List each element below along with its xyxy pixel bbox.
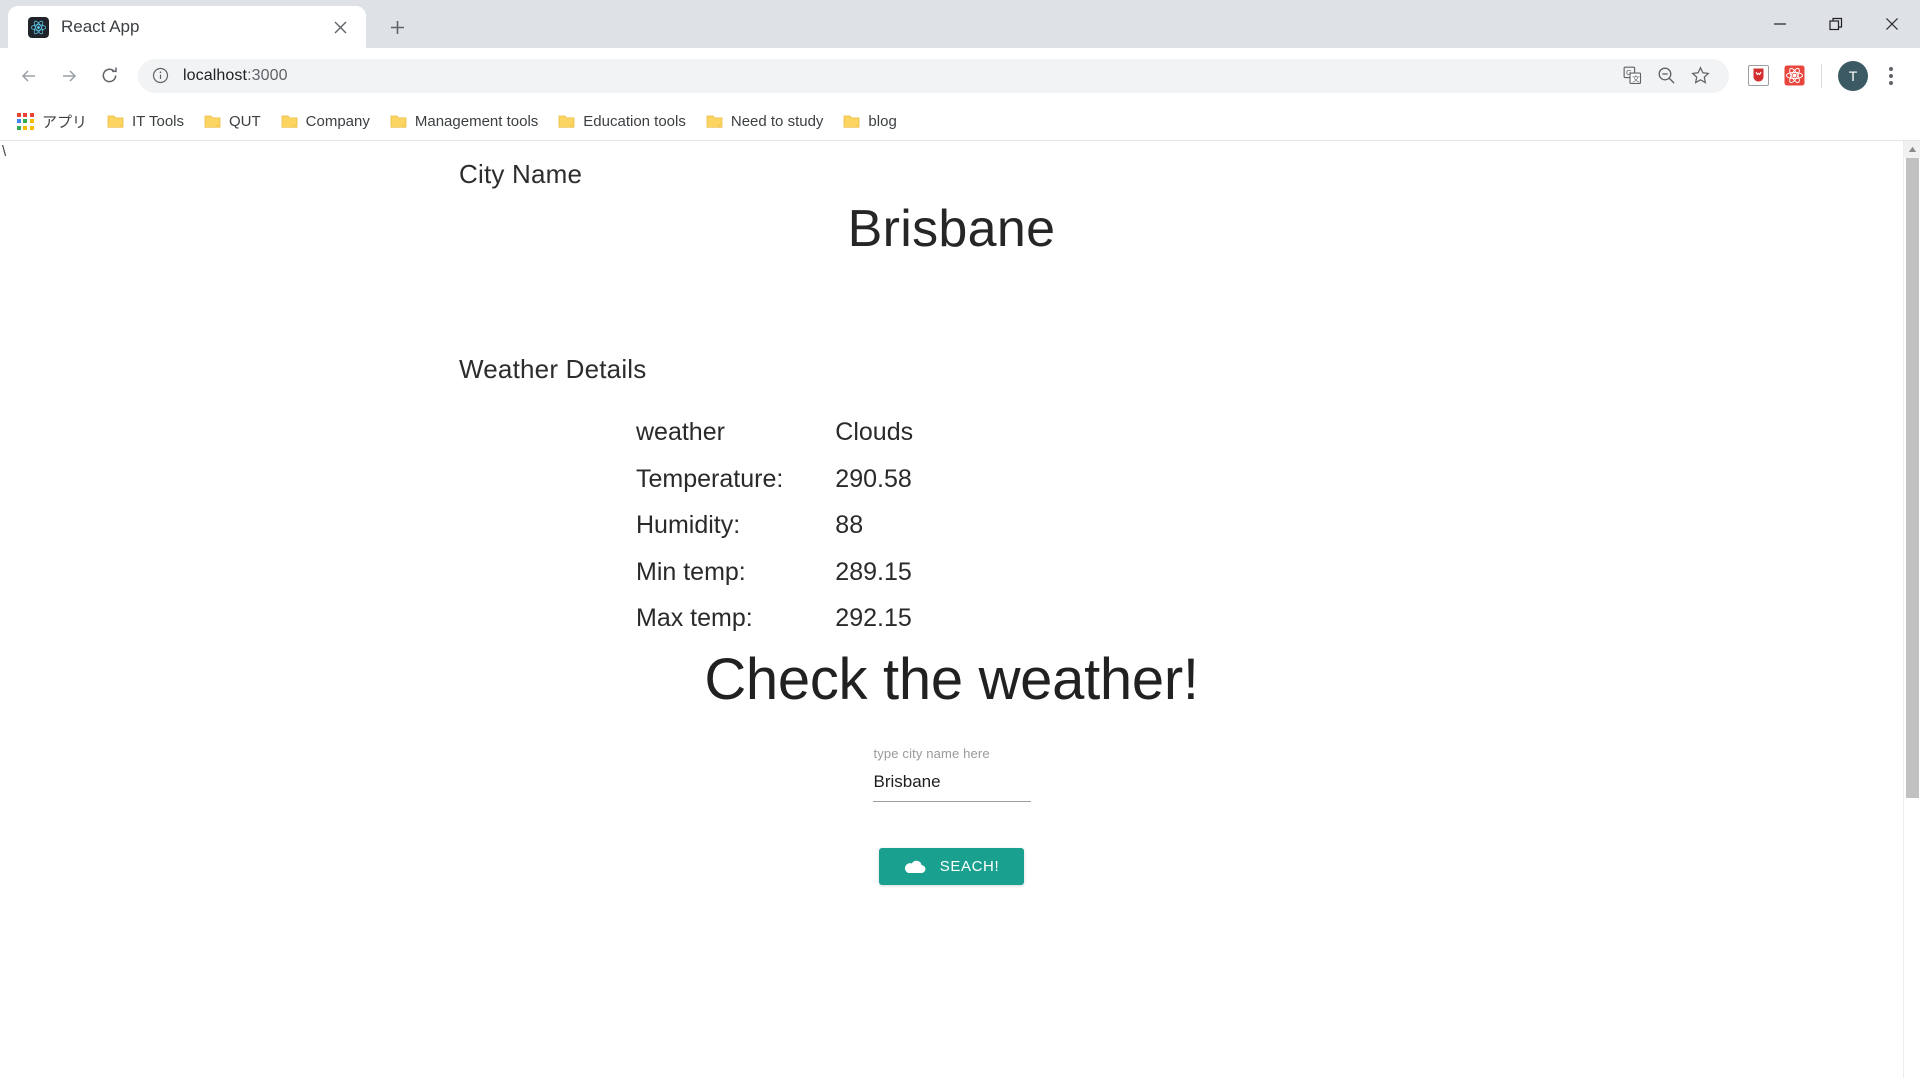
bookmark-item-it-tools[interactable]: IT Tools xyxy=(98,108,193,135)
stray-text: \ xyxy=(2,143,7,160)
address-bar[interactable]: localhost:3000 G 文 xyxy=(138,58,1729,93)
scrollbar-track[interactable] xyxy=(1903,158,1920,1080)
bookmark-label: blog xyxy=(868,113,897,130)
detail-key: weather xyxy=(636,418,725,446)
city-field-group: type city name here xyxy=(872,746,1031,802)
bookmark-item-apps[interactable]: アプリ xyxy=(8,106,96,137)
bookmark-label: Management tools xyxy=(414,113,539,130)
bookmark-label: IT Tools xyxy=(132,113,184,130)
tab-title: React App xyxy=(61,17,140,36)
detail-value: 290.58 xyxy=(835,464,912,493)
translate-icon[interactable]: G 文 xyxy=(1617,61,1647,91)
browser-window: React App localhost:3000 G 文 T アプリ IT To… xyxy=(0,0,1920,1080)
shield-extension-icon[interactable] xyxy=(1741,59,1775,93)
bookmark-item-management-tools[interactable]: Management tools xyxy=(381,108,547,135)
bookmark-label: アプリ xyxy=(42,114,88,131)
scroll-up-arrow-icon[interactable] xyxy=(1903,141,1920,158)
table-row: Temperature: 290.58 xyxy=(636,456,913,503)
url-port: :3000 xyxy=(247,66,288,84)
detail-key: Temperature: xyxy=(636,464,784,493)
back-arrow-icon[interactable] xyxy=(10,57,48,95)
scrollbar-thumb[interactable] xyxy=(1905,158,1919,798)
search-input[interactable] xyxy=(872,772,1031,802)
forward-arrow-icon[interactable] xyxy=(50,57,88,95)
bookmark-label: Education tools xyxy=(583,113,686,130)
table-row: Humidity: 88 xyxy=(636,502,913,549)
close-icon[interactable] xyxy=(328,15,352,39)
apps-grid-icon xyxy=(17,113,34,130)
bookmark-item-blog[interactable]: blog xyxy=(834,108,905,135)
bookmark-item-qut[interactable]: QUT xyxy=(195,108,270,135)
url-host: localhost xyxy=(183,66,248,84)
three-dot-menu-icon[interactable] xyxy=(1876,59,1906,93)
city-name-label: City Name xyxy=(459,159,583,189)
bookmark-label: Need to study xyxy=(730,113,824,130)
avatar[interactable]: T xyxy=(1838,60,1868,91)
folder-icon xyxy=(107,114,124,129)
folder-icon xyxy=(706,114,723,129)
detail-key: Humidity: xyxy=(636,511,741,539)
bookmark-item-need-to-study[interactable]: Need to study xyxy=(697,108,833,135)
search-button[interactable]: SEACH! xyxy=(879,848,1024,885)
folder-icon xyxy=(558,114,575,129)
url-text: localhost:3000 xyxy=(183,67,288,85)
bookmark-item-education-tools[interactable]: Education tools xyxy=(549,108,695,135)
bookmark-star-icon[interactable] xyxy=(1685,61,1715,91)
detail-value: Clouds xyxy=(835,418,914,446)
weather-details-table: weather Clouds Temperature: 290.58 Humid… xyxy=(636,409,913,642)
page-title: Check the weather! xyxy=(704,647,1199,712)
bookmark-label: QUT xyxy=(229,113,261,130)
browser-toolbar: localhost:3000 G 文 T xyxy=(0,48,1920,103)
browser-tab-react-app[interactable]: React App xyxy=(8,6,366,48)
toolbar-divider xyxy=(1821,63,1822,88)
detail-key: Max temp: xyxy=(636,604,753,632)
table-row: Min temp: 289.15 xyxy=(636,549,913,596)
react-logo-icon xyxy=(28,16,49,38)
react-devtools-extension-icon[interactable] xyxy=(1777,59,1811,93)
site-info-icon[interactable] xyxy=(152,66,171,85)
detail-value: 292.15 xyxy=(835,604,912,632)
detail-value: 289.15 xyxy=(835,557,912,586)
reload-icon[interactable] xyxy=(90,57,128,95)
search-form: type city name here SEACH! xyxy=(0,746,1903,885)
bookmark-label: Company xyxy=(305,113,370,130)
search-button-label: SEACH! xyxy=(939,858,1000,875)
table-row: weather Clouds xyxy=(636,409,913,456)
bookmarks-bar: アプリ IT Tools QUT Company Management tool xyxy=(0,103,1920,141)
weather-details-label: Weather Details xyxy=(459,354,647,384)
folder-icon xyxy=(281,114,298,129)
page-scrollbar[interactable] xyxy=(1903,141,1920,1080)
bookmark-item-company[interactable]: Company xyxy=(272,108,379,135)
detail-value: 88 xyxy=(835,511,864,539)
omnibox-actions: G 文 xyxy=(1617,61,1715,91)
city-input-label: type city name here xyxy=(873,746,990,761)
folder-icon xyxy=(204,114,221,129)
svg-text:文: 文 xyxy=(1632,73,1640,83)
detail-key: Min temp: xyxy=(636,557,746,586)
cloud-icon xyxy=(904,859,926,875)
new-tab-button[interactable] xyxy=(380,10,414,44)
table-row: Max temp: 292.15 xyxy=(636,595,913,642)
maximize-restore-button[interactable] xyxy=(1808,0,1864,48)
window-controls xyxy=(1752,0,1920,48)
city-name-value: Brisbane xyxy=(847,200,1056,258)
weather-app: \ City Name Brisbane Weather Details wea… xyxy=(0,141,1903,1080)
zoom-out-icon[interactable] xyxy=(1651,61,1681,91)
folder-icon xyxy=(843,114,860,129)
page-viewport: \ City Name Brisbane Weather Details wea… xyxy=(0,141,1920,1080)
tab-strip: React App xyxy=(0,0,1920,48)
close-window-button[interactable] xyxy=(1864,0,1920,48)
minimize-button[interactable] xyxy=(1752,0,1808,48)
folder-icon xyxy=(390,114,407,129)
